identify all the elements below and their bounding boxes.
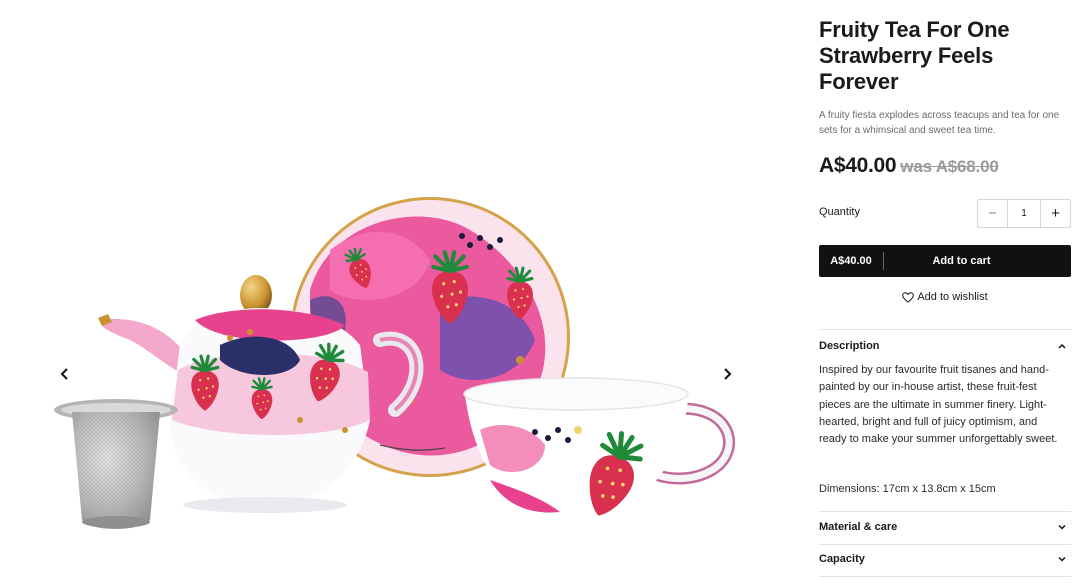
divider bbox=[819, 511, 1071, 512]
description-text: Inspired by our favourite fruit tisanes … bbox=[819, 364, 1058, 446]
divider bbox=[819, 329, 1071, 330]
chevron-down-icon bbox=[1058, 556, 1066, 562]
teacup-illustration bbox=[463, 377, 735, 523]
divider bbox=[819, 544, 1071, 545]
gallery-next-button[interactable] bbox=[715, 362, 739, 386]
product-image bbox=[54, 197, 735, 529]
add-to-cart-button[interactable]: A$40.00 Add to cart bbox=[819, 245, 1071, 277]
add-to-wishlist-button[interactable]: Add to wishlist bbox=[819, 291, 1071, 303]
accordion-capacity-title: Capacity bbox=[819, 553, 865, 565]
chevron-right-icon bbox=[724, 368, 732, 380]
accordion-material-header[interactable]: Material & care bbox=[819, 521, 1071, 533]
product-details-panel: Fruity Tea For One Strawberry Feels Fore… bbox=[819, 0, 1071, 583]
wishlist-label: Add to wishlist bbox=[917, 291, 988, 303]
current-price: A$40.00 bbox=[819, 154, 897, 177]
price-row: A$40.00 was A$68.00 bbox=[819, 154, 999, 178]
chevron-left-icon bbox=[60, 368, 68, 380]
infuser-illustration bbox=[54, 399, 178, 529]
dimensions-text: Dimensions: 17cm x 13.8cm x 15cm bbox=[819, 483, 996, 495]
quantity-increase-button[interactable]: + bbox=[1041, 200, 1070, 227]
accordion-capacity-header[interactable]: Capacity bbox=[819, 553, 1071, 565]
accordion-description-title: Description bbox=[819, 340, 880, 352]
product-title: Fruity Tea For One Strawberry Feels Fore… bbox=[819, 17, 1010, 94]
product-gallery bbox=[0, 0, 790, 583]
accordion-description-header[interactable]: Description bbox=[819, 340, 1071, 352]
heart-icon bbox=[902, 291, 915, 303]
accordion-material-title: Material & care bbox=[819, 521, 898, 533]
chevron-down-icon bbox=[1058, 524, 1066, 530]
chevron-up-icon bbox=[1058, 343, 1066, 349]
gallery-prev-button[interactable] bbox=[53, 362, 77, 386]
quantity-value[interactable]: 1 bbox=[1007, 200, 1041, 227]
quantity-label: Quantity bbox=[819, 206, 860, 218]
add-to-cart-label: Add to cart bbox=[932, 255, 991, 267]
product-subtitle: A fruity fiesta explodes across teacups … bbox=[819, 110, 1060, 136]
was-price: was A$68.00 bbox=[900, 157, 999, 176]
divider bbox=[819, 576, 1071, 577]
quantity-stepper: − 1 + bbox=[977, 199, 1071, 228]
cart-price: A$40.00 bbox=[830, 255, 872, 267]
quantity-decrease-button[interactable]: − bbox=[978, 200, 1007, 227]
